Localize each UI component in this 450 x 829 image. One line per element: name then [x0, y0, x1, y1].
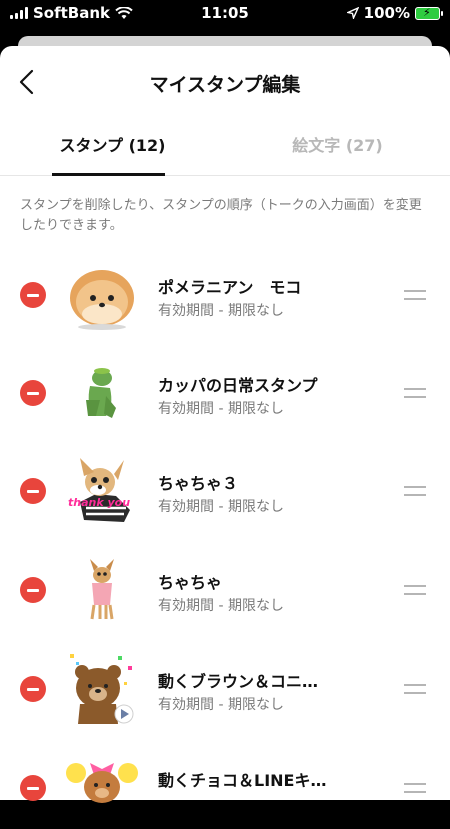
choco-stamp-thumbnail	[66, 763, 138, 803]
chihuahua-stamp-thumbnail	[90, 559, 114, 620]
drag-handle-icon[interactable]	[404, 585, 426, 595]
pomeranian-stamp-thumbnail	[70, 270, 134, 330]
tab-stamps[interactable]: スタンプ (12)	[0, 132, 225, 156]
stamp-row: ポメラニアン モコ 有効期間 - 期限なし	[0, 256, 450, 354]
stamp-list: ポメラニアン モコ 有効期間 - 期限なし カッパの日常スタンプ 有効期間 - …	[0, 256, 450, 829]
stamp-name: 動くブラウン＆コニ…	[158, 672, 319, 691]
remove-stamp-button[interactable]	[20, 676, 46, 702]
modal-sheet: マイスタンプ編集 スタンプ (12) 絵文字 (27) スタンプを削除したり、ス…	[0, 46, 450, 803]
thank-you-text: thank you	[68, 496, 130, 509]
battery-percent: 100%	[363, 4, 410, 22]
stamp-row: 動くチョコ＆LINEキ…	[0, 749, 450, 829]
stamp-name: カッパの日常スタンプ	[158, 376, 318, 395]
stamp-row: thank you ちゃちゃ３ 有効期間 - 期限なし	[0, 452, 450, 551]
nav-bar: マイスタンプ編集	[0, 46, 450, 122]
battery-icon: ⚡	[415, 6, 443, 20]
kappa-stamp-thumbnail	[86, 368, 116, 418]
stamp-name: 動くチョコ＆LINEキ…	[158, 771, 327, 790]
description-text: スタンプを削除したり、スタンプの順序（トークの入力画面）を変更したりできます。	[20, 198, 422, 233]
location-arrow-icon	[346, 7, 359, 19]
stamp-period: 有効期間 - 期限なし	[158, 303, 284, 319]
page-title: マイスタンプ編集	[149, 74, 301, 96]
drag-handle-icon[interactable]	[404, 486, 426, 496]
drag-handle-icon[interactable]	[404, 290, 426, 300]
stamp-period: 有効期間 - 期限なし	[158, 499, 284, 515]
stamp-period: 有効期間 - 期限なし	[158, 697, 284, 713]
drag-handle-icon[interactable]	[404, 783, 426, 793]
status-bar: SoftBank 11:05 100% ⚡	[0, 0, 450, 26]
stamp-row: カッパの日常スタンプ 有効期間 - 期限なし	[0, 354, 450, 452]
tab-bar: スタンプ (12) 絵文字 (27)	[0, 122, 450, 176]
active-tab-indicator	[52, 173, 165, 176]
status-right: 100% ⚡	[346, 4, 443, 22]
remove-stamp-button[interactable]	[20, 775, 46, 801]
remove-stamp-button[interactable]	[20, 282, 46, 308]
remove-stamp-button[interactable]	[20, 577, 46, 603]
stamp-row: ちゃちゃ 有効期間 - 期限なし	[0, 551, 450, 650]
drag-handle-icon[interactable]	[404, 684, 426, 694]
tab-emoji[interactable]: 絵文字 (27)	[225, 132, 450, 156]
remove-stamp-button[interactable]	[20, 478, 46, 504]
stamp-period: 有効期間 - 期限なし	[158, 598, 284, 614]
stamp-period: 有効期間 - 期限なし	[158, 401, 284, 417]
stamp-row: 動くブラウン＆コニ… 有効期間 - 期限なし	[0, 650, 450, 749]
stamp-name: ちゃちゃ	[158, 573, 223, 592]
chihuahua-thankyou-stamp-thumbnail: thank you	[68, 458, 130, 522]
remove-stamp-button[interactable]	[20, 380, 46, 406]
brown-bear-stamp-thumbnail	[70, 654, 134, 724]
stamp-name: ポメラニアン モコ	[158, 278, 302, 297]
stamp-name: ちゃちゃ３	[158, 474, 239, 493]
drag-handle-icon[interactable]	[404, 388, 426, 398]
